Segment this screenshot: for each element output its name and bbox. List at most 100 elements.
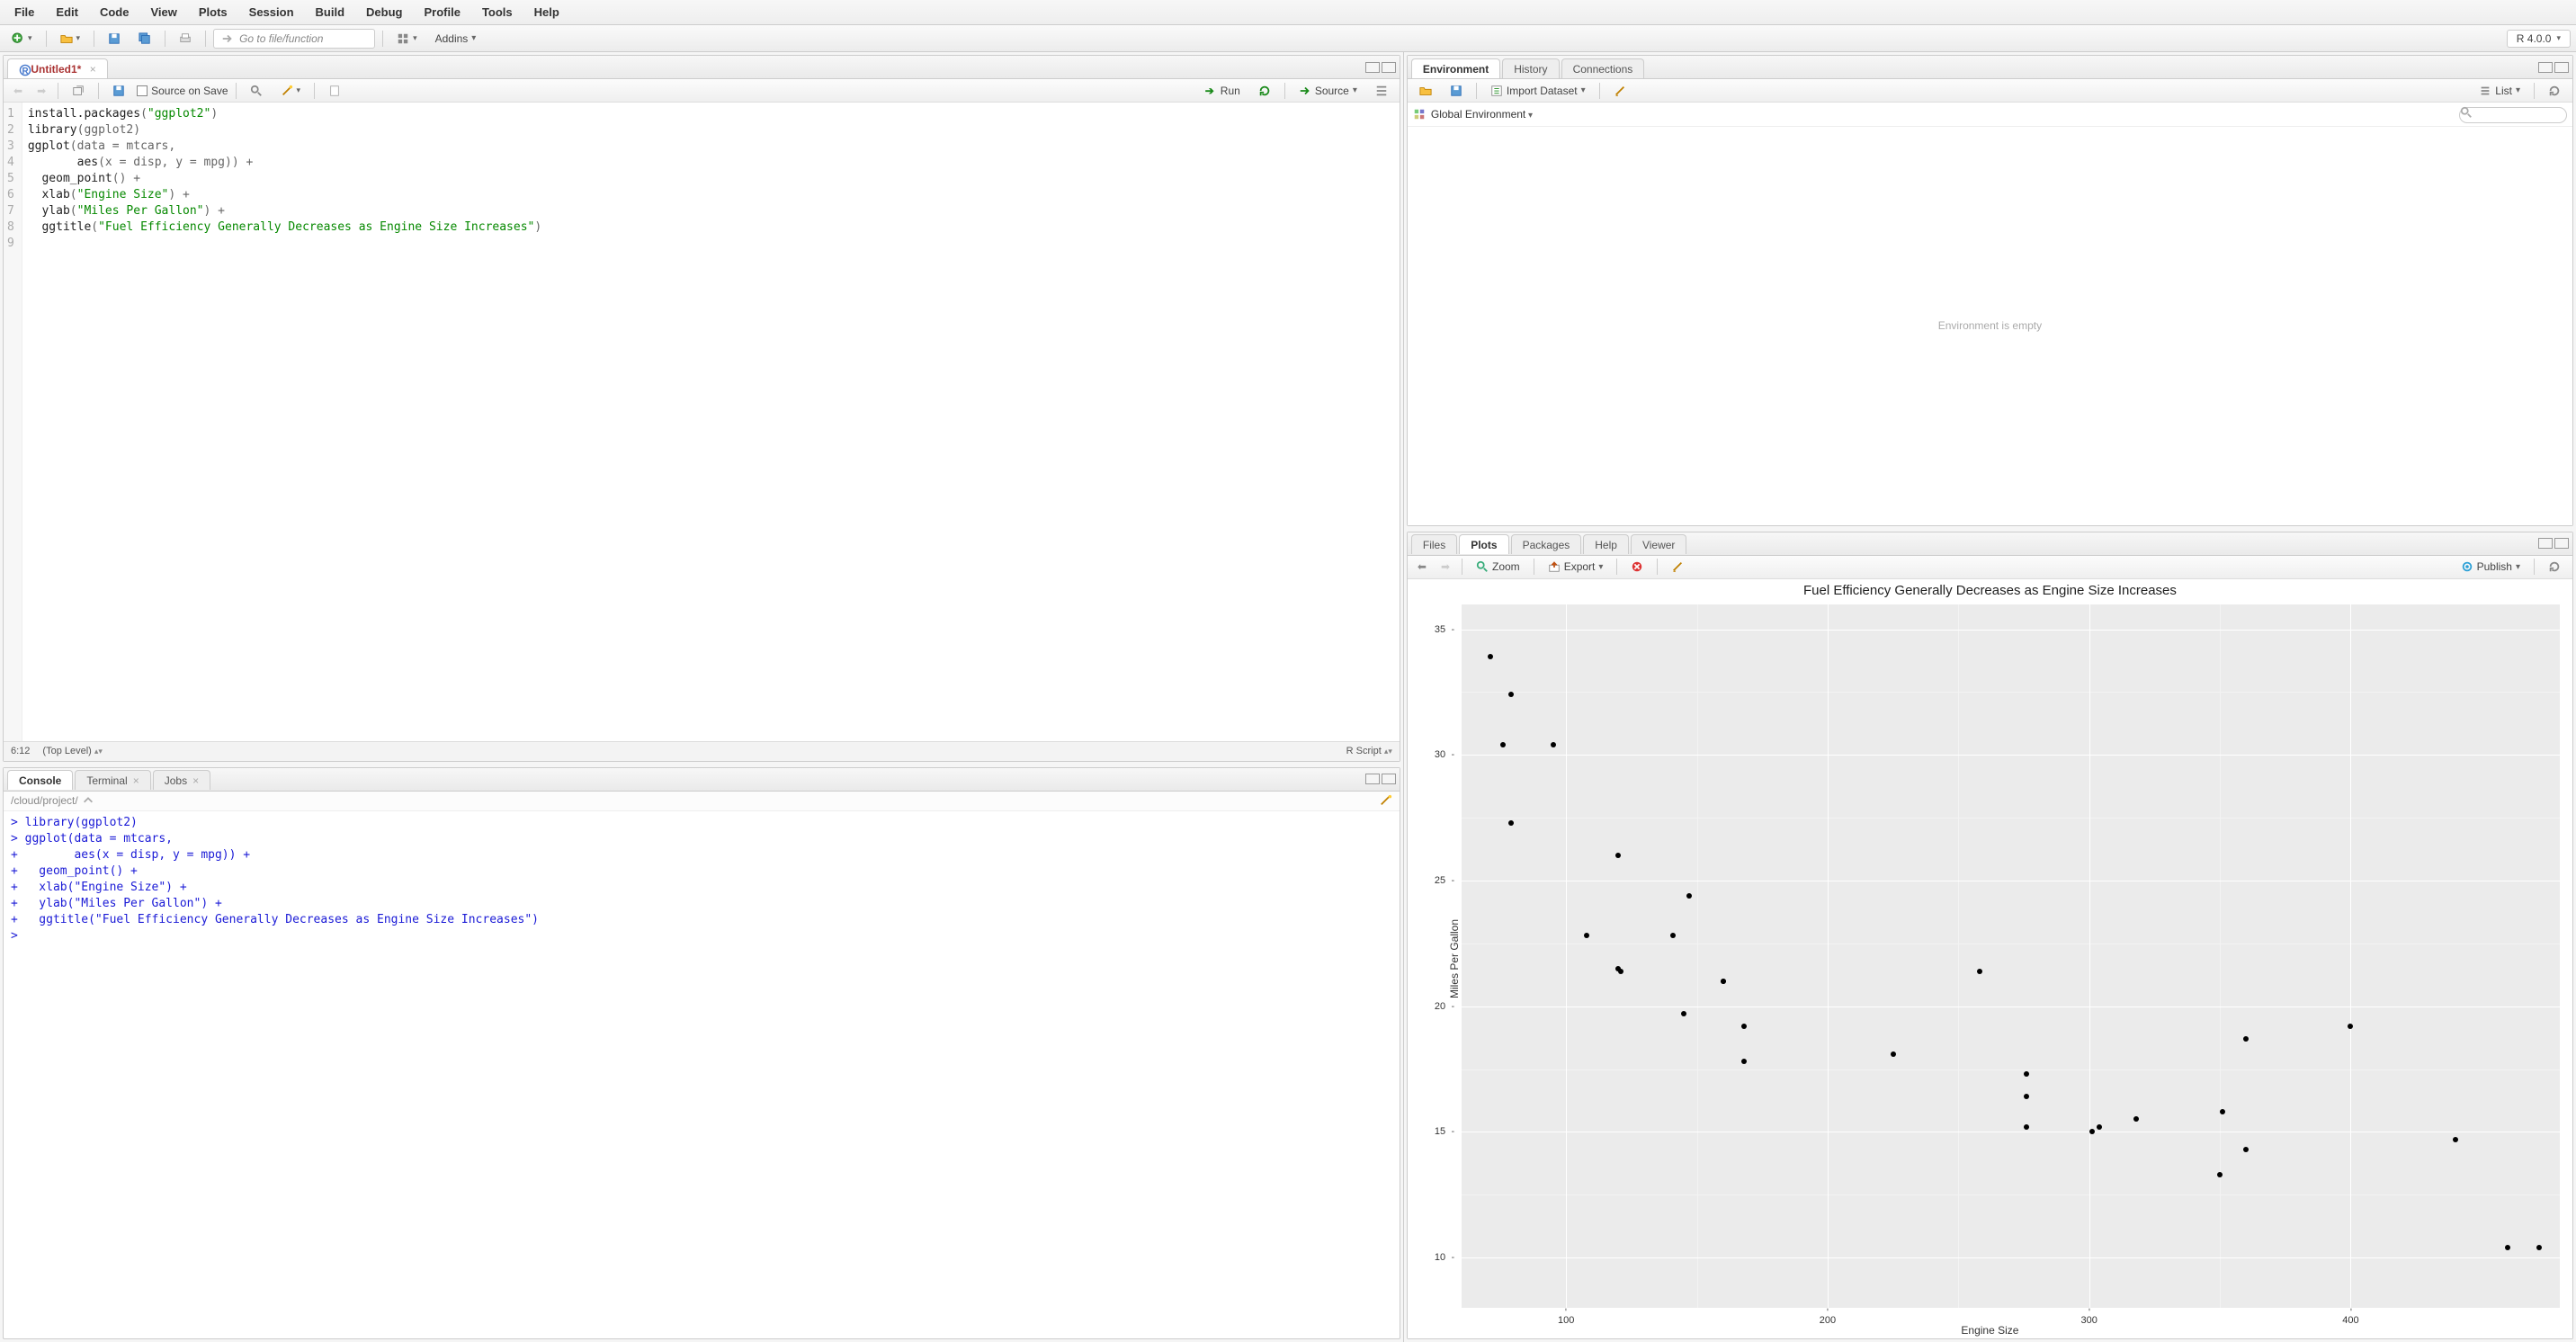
- env-view-mode-button[interactable]: List: [2473, 82, 2527, 100]
- tab-viewer[interactable]: Viewer: [1631, 534, 1686, 554]
- remove-plot-button[interactable]: [1624, 558, 1650, 576]
- source-tab-untitled1[interactable]: R Untitled1* ×: [7, 58, 108, 78]
- environment-scope-row: Global Environment: [1408, 103, 2572, 127]
- publish-button[interactable]: Publish: [2455, 558, 2527, 576]
- nav-back-button[interactable]: ⬅: [9, 82, 27, 100]
- maximize-pane-icon[interactable]: [1382, 62, 1396, 73]
- goto-placeholder-text: Go to file/function: [239, 32, 323, 45]
- source-icon: [1299, 85, 1311, 97]
- source-editor[interactable]: 123456789 install.packages("ggplot2")lib…: [4, 103, 1400, 741]
- language-selector[interactable]: R Script ▴▾: [1346, 746, 1392, 756]
- source-on-save-checkbox[interactable]: Source on Save: [137, 85, 228, 97]
- menu-tools[interactable]: Tools: [473, 2, 522, 22]
- run-button[interactable]: Run: [1199, 82, 1247, 100]
- code-lines[interactable]: install.packages("ggplot2")library(ggplo…: [22, 103, 547, 741]
- data-point: [1977, 969, 1982, 974]
- source-dropdown-button[interactable]: Source: [1292, 82, 1364, 100]
- tab-console[interactable]: Console: [7, 770, 73, 790]
- maximize-pane-icon[interactable]: [2554, 538, 2569, 549]
- save-source-button[interactable]: [106, 82, 131, 100]
- show-in-new-window-button[interactable]: [66, 82, 91, 100]
- save-button[interactable]: [102, 30, 127, 48]
- minimize-pane-icon[interactable]: [2538, 538, 2553, 549]
- tab-plots[interactable]: Plots: [1459, 534, 1508, 554]
- grid-button[interactable]: ▾: [390, 30, 424, 48]
- separator: [2534, 83, 2535, 99]
- close-tab-icon[interactable]: ×: [192, 774, 199, 787]
- addins-button[interactable]: Addins: [429, 30, 483, 48]
- export-icon: [1548, 560, 1561, 573]
- refresh-plot-button[interactable]: [2542, 558, 2567, 576]
- data-point: [2536, 1245, 2542, 1250]
- save-all-button[interactable]: [132, 30, 157, 48]
- maximize-pane-icon[interactable]: [2554, 62, 2569, 73]
- data-point: [1741, 1024, 1747, 1029]
- goto-icon: [221, 32, 234, 45]
- env-view-label: List: [2495, 85, 2512, 97]
- publish-icon: [2461, 560, 2473, 573]
- console-output[interactable]: > library(ggplot2)> ggplot(data = mtcars…: [4, 811, 1400, 1338]
- ytick: 10: [1435, 1252, 1445, 1263]
- env-search-input[interactable]: [2459, 107, 2567, 123]
- goto-dir-icon[interactable]: [82, 794, 94, 807]
- plot-next-button[interactable]: ➡: [1436, 558, 1454, 576]
- save-workspace-button[interactable]: [1444, 82, 1469, 100]
- tab-terminal[interactable]: Terminal×: [75, 770, 150, 790]
- tab-history[interactable]: History: [1502, 58, 1559, 78]
- minimize-pane-icon[interactable]: [1365, 62, 1380, 73]
- close-tab-icon[interactable]: ×: [133, 774, 139, 787]
- menu-view[interactable]: View: [141, 2, 185, 22]
- plot-canvas: Fuel Efficiency Generally Decreases as E…: [1408, 579, 2572, 1338]
- tab-jobs[interactable]: Jobs×: [153, 770, 210, 790]
- environment-tab-bar: EnvironmentHistoryConnections: [1408, 56, 2572, 79]
- goto-file-function-input[interactable]: Go to file/function: [213, 29, 375, 49]
- clear-console-icon[interactable]: [1380, 794, 1392, 807]
- menu-file[interactable]: File: [5, 2, 43, 22]
- rerun-icon: [1258, 85, 1271, 97]
- code-tools-button[interactable]: ▾: [274, 82, 308, 100]
- tab-help[interactable]: Help: [1583, 534, 1629, 554]
- data-point: [1500, 742, 1506, 747]
- menu-debug[interactable]: Debug: [357, 2, 411, 22]
- tab-packages[interactable]: Packages: [1511, 534, 1582, 554]
- clear-all-plots-button[interactable]: [1665, 558, 1690, 576]
- menu-code[interactable]: Code: [91, 2, 139, 22]
- new-file-button[interactable]: ▾: [5, 30, 39, 48]
- minimize-pane-icon[interactable]: [2538, 62, 2553, 73]
- plot-prev-button[interactable]: ⬅: [1413, 558, 1431, 576]
- menu-help[interactable]: Help: [525, 2, 568, 22]
- data-point: [2097, 1124, 2102, 1130]
- tab-connections[interactable]: Connections: [1561, 58, 1645, 78]
- data-point: [2453, 1137, 2458, 1142]
- zoom-button[interactable]: Zoom: [1470, 558, 1526, 576]
- clear-env-button[interactable]: [1607, 82, 1632, 100]
- menu-session[interactable]: Session: [240, 2, 303, 22]
- r-version-selector[interactable]: R 4.0.0▾: [2507, 30, 2571, 48]
- scope-selector[interactable]: (Top Level) ▴▾: [42, 746, 103, 756]
- export-button[interactable]: Export: [1542, 558, 1610, 576]
- menu-profile[interactable]: Profile: [415, 2, 469, 22]
- find-button[interactable]: [244, 82, 269, 100]
- compile-report-button[interactable]: [322, 82, 347, 100]
- data-point: [1615, 853, 1621, 858]
- menu-plots[interactable]: Plots: [190, 2, 237, 22]
- menu-build[interactable]: Build: [307, 2, 354, 22]
- env-scope-selector[interactable]: Global Environment: [1431, 108, 1533, 121]
- menu-edit[interactable]: Edit: [47, 2, 87, 22]
- close-tab-icon[interactable]: ×: [90, 63, 96, 76]
- load-workspace-button[interactable]: [1413, 82, 1438, 100]
- minimize-pane-icon[interactable]: [1365, 774, 1380, 784]
- refresh-env-button[interactable]: [2542, 82, 2567, 100]
- data-point: [2089, 1129, 2095, 1134]
- rerun-button[interactable]: [1252, 82, 1277, 100]
- nav-forward-button[interactable]: ➡: [32, 82, 50, 100]
- import-dataset-button[interactable]: Import Dataset: [1484, 82, 1592, 100]
- print-button[interactable]: [173, 30, 198, 48]
- r-version-label: R 4.0.0: [2517, 32, 2552, 45]
- pane-window-controls: [2538, 538, 2569, 549]
- tab-files[interactable]: Files: [1411, 534, 1457, 554]
- open-file-button[interactable]: ▾: [54, 30, 87, 48]
- maximize-pane-icon[interactable]: [1382, 774, 1396, 784]
- outline-button[interactable]: [1369, 82, 1394, 100]
- tab-environment[interactable]: Environment: [1411, 58, 1500, 78]
